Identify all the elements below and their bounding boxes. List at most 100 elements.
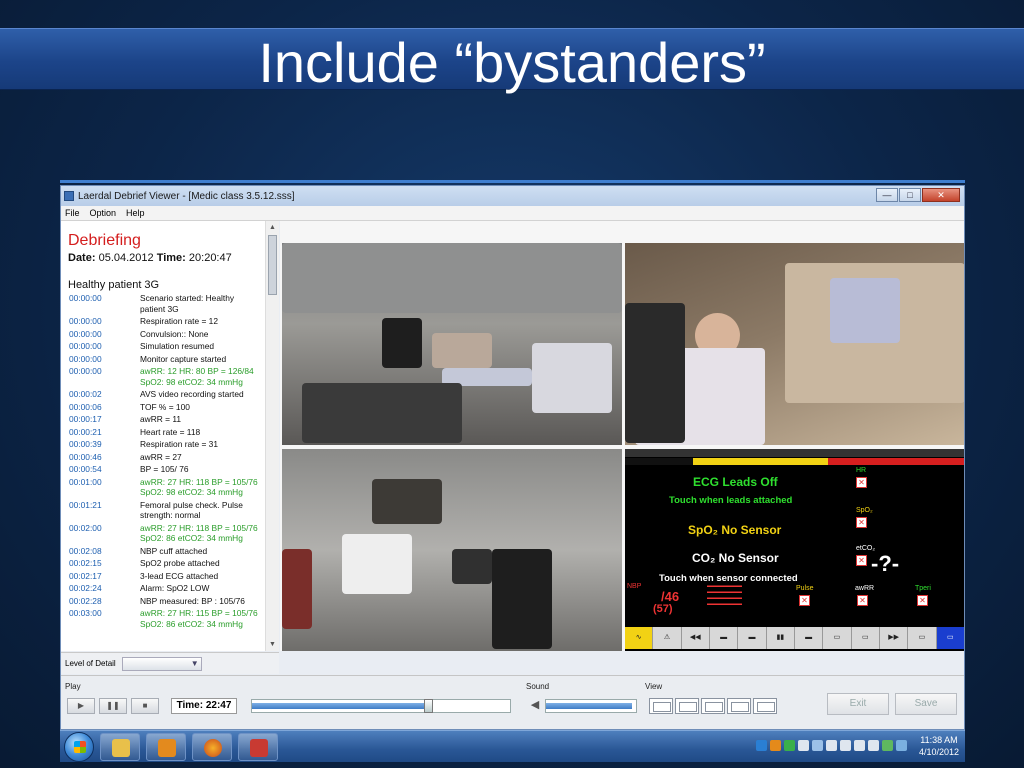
tray-icon[interactable] xyxy=(756,740,767,751)
log-entry[interactable]: 00:02:28 NBP measured: BP : 105/76 xyxy=(69,596,259,607)
monitor-key-menu-icon[interactable]: ▭ xyxy=(936,627,964,649)
tray-icon[interactable] xyxy=(812,740,823,751)
play-icon[interactable]: ▶ xyxy=(67,698,95,714)
monitor-key-icon[interactable]: ▭ xyxy=(823,627,852,649)
spo2-no-sensor: SpO₂ No Sensor xyxy=(688,523,782,537)
monitor-key-icon[interactable]: ▬ xyxy=(738,627,767,649)
view-grid-icon[interactable] xyxy=(753,698,777,714)
taskbar-clock[interactable]: 11:38 AM 4/10/2012 xyxy=(919,734,959,758)
monitor-key-icon[interactable]: ▭ xyxy=(852,627,880,649)
taskbar-laerdal[interactable] xyxy=(238,733,278,761)
log-entry[interactable]: 00:00:54 BP = 105/ 76 xyxy=(69,464,259,475)
log-entry[interactable]: 00:00:00 Simulation resumed xyxy=(69,341,259,352)
log-entry[interactable]: 00:02:17 3-lead ECG attached xyxy=(69,571,259,582)
scroll-down-icon[interactable]: ▼ xyxy=(267,639,278,650)
log-entry[interactable]: 00:01:21 Femoral pulse check. Pulse stren… xyxy=(69,500,259,521)
slider-knob-icon[interactable]: ▼ xyxy=(191,659,199,668)
taskbar-explorer[interactable] xyxy=(100,733,140,761)
log-entry[interactable]: 00:02:24 Alarm: SpO2 LOW xyxy=(69,583,259,594)
menu-file[interactable]: File xyxy=(65,208,80,218)
monitor-key-icon[interactable]: ▬ xyxy=(795,627,824,649)
tray-icon[interactable] xyxy=(896,740,907,751)
log-entry[interactable]: 00:01:00 awRR: 27 HR: 118 BP = 105/76 SpO… xyxy=(69,477,259,498)
log-entry[interactable]: 00:00:17 awRR = 11 xyxy=(69,414,259,425)
timeline-slider[interactable] xyxy=(251,699,511,713)
tray-icon[interactable] xyxy=(784,740,795,751)
window-titlebar[interactable]: Laerdal Debrief Viewer - [Medic class 3.… xyxy=(61,186,964,206)
log-entry[interactable]: 00:00:46 awRR = 27 xyxy=(69,452,259,463)
menu-help[interactable]: Help xyxy=(126,208,145,218)
monitor-key-icon[interactable]: ▬ xyxy=(710,627,739,649)
level-of-detail-slider[interactable]: ▼ xyxy=(121,656,202,671)
minimize-button[interactable]: — xyxy=(876,188,898,202)
log-entry-time: 00:00:17 xyxy=(69,414,102,424)
view-three-icon[interactable] xyxy=(701,698,725,714)
log-entry[interactable]: 00:00:00 awRR: 12 HR: 80 BP = 126/84 SpO2… xyxy=(69,366,259,387)
log-entry-time: 00:00:54 xyxy=(69,464,102,474)
maximize-button[interactable]: □ xyxy=(899,188,921,202)
flag-icon[interactable] xyxy=(840,740,851,751)
monitor-key-waveform-icon[interactable]: ∿ xyxy=(625,627,654,649)
video-living-room[interactable] xyxy=(282,243,622,445)
monitor-key-forward-icon[interactable]: ▶▶ xyxy=(880,627,909,649)
view-quad-icon[interactable] xyxy=(727,698,751,714)
tray-icon[interactable] xyxy=(798,740,809,751)
log-entry[interactable]: 00:02:08 NBP cuff attached xyxy=(69,546,259,557)
log-entry-text: awRR: 12 HR: 80 BP = 126/84 SpO2: 98 etC… xyxy=(140,366,254,387)
log-entry[interactable]: 00:02:00 awRR: 27 HR: 118 BP = 105/76 SpO… xyxy=(69,523,259,544)
log-entry[interactable]: 00:00:02 AVS video recording started xyxy=(69,389,259,400)
start-button[interactable] xyxy=(64,732,94,762)
scroll-up-icon[interactable]: ▲ xyxy=(267,222,278,233)
touch-leads-text[interactable]: Touch when leads attached xyxy=(669,495,792,506)
monitor-key-screen-icon[interactable]: ▭ xyxy=(908,627,937,649)
save-button[interactable]: Save xyxy=(895,693,957,715)
log-scrollbar[interactable]: ▲ ▼ xyxy=(265,221,279,651)
log-entry[interactable]: 00:00:00 Scenario started: Healthy patien… xyxy=(69,293,259,314)
log-entry-text: awRR: 27 HR: 118 BP = 105/76 SpO2: 98 et… xyxy=(140,476,258,498)
log-entry[interactable]: 00:00:39 Respiration rate = 31 xyxy=(69,439,259,450)
tray-icon[interactable] xyxy=(826,740,837,751)
network-icon[interactable] xyxy=(854,740,865,751)
volume-icon[interactable] xyxy=(868,740,879,751)
tray-icon[interactable] xyxy=(882,740,893,751)
video-area: ECG Leads Off Touch when leads attached … xyxy=(280,221,964,651)
pulse-label: Pulse xyxy=(796,585,814,592)
volume-slider[interactable] xyxy=(545,699,637,713)
view-two-icon[interactable] xyxy=(675,698,699,714)
view-label: View xyxy=(645,682,663,691)
log-entry[interactable]: 00:00:00 Convulsion:: None xyxy=(69,329,259,340)
timeline-knob[interactable] xyxy=(424,699,433,713)
video-close-up[interactable] xyxy=(625,243,964,445)
speaker-icon[interactable]: ◀ xyxy=(527,698,543,714)
clock-time: 11:38 AM xyxy=(920,735,958,745)
log-entry-text: Heart rate = 118 xyxy=(140,426,201,437)
close-button[interactable]: ✕ xyxy=(922,188,960,202)
log-entry[interactable]: 00:02:15 SpO2 probe attached xyxy=(69,558,259,569)
patient-monitor[interactable]: ECG Leads Off Touch when leads attached … xyxy=(625,449,964,651)
log-entry[interactable]: 00:00:21 Heart rate = 118 xyxy=(69,427,259,438)
view-single-icon[interactable] xyxy=(649,698,673,714)
scroll-thumb[interactable] xyxy=(268,235,277,295)
log-entry[interactable]: 00:00:00 Respiration rate = 12 xyxy=(69,316,259,327)
floor xyxy=(302,383,462,443)
windows-logo-icon xyxy=(74,741,86,753)
taskbar-firefox[interactable] xyxy=(192,733,232,761)
monitor-key-alarm-icon[interactable]: ⚠ xyxy=(653,627,682,649)
log-entry[interactable]: 00:03:00 awRR: 27 HR: 115 BP = 105/76 SpO… xyxy=(69,608,259,629)
stop-icon[interactable]: ■ xyxy=(131,698,159,714)
tray-icon[interactable] xyxy=(770,740,781,751)
menu-option[interactable]: Option xyxy=(90,208,117,218)
log-entry-text: 3-lead ECG attached xyxy=(140,570,219,581)
exit-button[interactable]: Exit xyxy=(827,693,889,715)
log-entry[interactable]: 00:00:06 TOF % = 100 xyxy=(69,402,259,413)
log-entry-time: 00:00:00 xyxy=(69,316,102,326)
pause-icon[interactable]: ❚❚ xyxy=(99,698,127,714)
mirror xyxy=(372,479,442,524)
log-entry[interactable]: 00:00:00 Monitor capture started xyxy=(69,354,259,365)
taskbar-outlook[interactable] xyxy=(146,733,186,761)
monitor-key-rewind-icon[interactable]: ◀◀ xyxy=(682,627,710,649)
monitor-key-icon[interactable]: ▮▮ xyxy=(767,627,795,649)
log-entry-time: 00:02:28 xyxy=(69,595,102,606)
video-bedroom[interactable] xyxy=(282,449,622,651)
log-entry-time: 00:02:24 xyxy=(69,583,102,593)
